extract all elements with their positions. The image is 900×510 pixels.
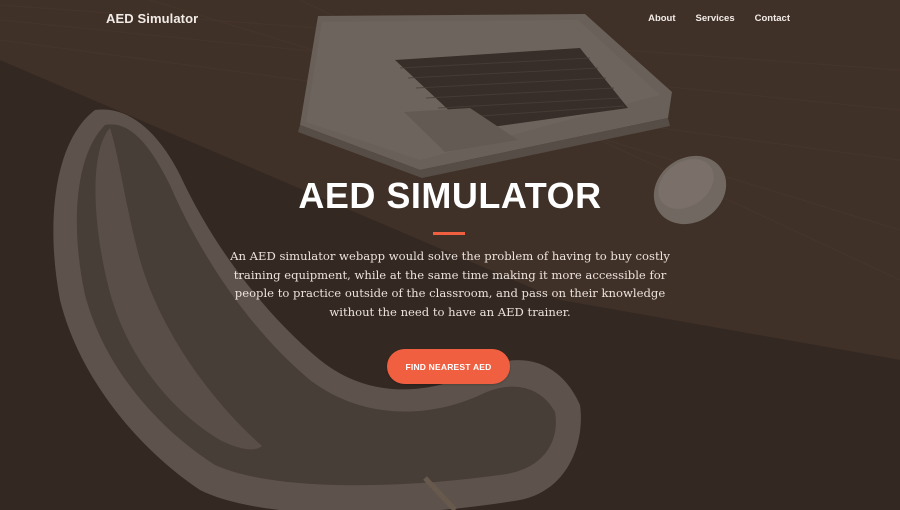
nav-item-services: Services — [696, 13, 735, 24]
top-navbar: AED Simulator About Services Contact — [0, 0, 900, 38]
nav-link-about[interactable]: About — [648, 13, 675, 24]
nav-link-contact[interactable]: Contact — [755, 13, 790, 24]
nav-item-about: About — [648, 13, 675, 24]
find-nearest-aed-button[interactable]: FIND NEAREST AED — [387, 349, 510, 384]
brand-link[interactable]: AED Simulator — [106, 11, 198, 26]
hero-title: AED SIMULATOR — [298, 175, 602, 216]
hero-section: AED SIMULATOR An AED simulator webapp wo… — [0, 0, 900, 510]
nav-item-contact: Contact — [755, 13, 790, 24]
hero-description: An AED simulator webapp would solve the … — [230, 249, 670, 319]
title-divider — [433, 232, 465, 235]
nav-link-services[interactable]: Services — [696, 13, 735, 24]
nav-links: About Services Contact — [648, 13, 790, 24]
